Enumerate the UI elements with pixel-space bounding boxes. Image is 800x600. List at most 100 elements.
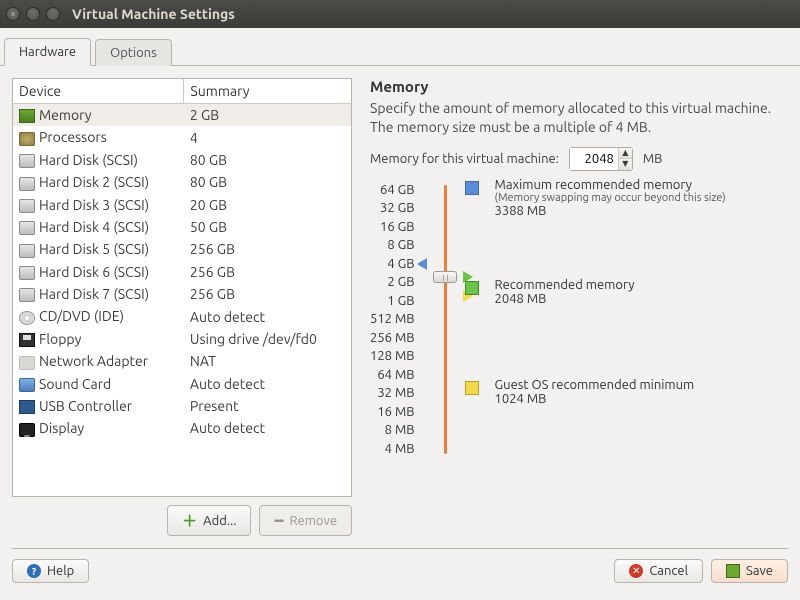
save-icon (726, 564, 740, 578)
window-minimize-icon[interactable] (26, 7, 40, 21)
table-row[interactable]: Network AdapterNAT (13, 350, 351, 372)
memory-tick: 256 MB (370, 329, 425, 348)
device-summary: Using drive /dev/fd0 (184, 328, 351, 350)
add-button[interactable]: ＋ Add... (167, 505, 251, 536)
max-marker-icon (465, 181, 479, 195)
cancel-button-label: Cancel (649, 564, 688, 578)
memory-tick: 64 MB (370, 366, 425, 385)
memory-field-label: Memory for this virtual machine: (370, 152, 559, 166)
table-row[interactable]: Display Auto detect (13, 417, 351, 439)
tab-hardware[interactable]: Hardware (4, 38, 91, 66)
mem-icon (19, 109, 35, 123)
recommended-memory-label: Recommended memory (495, 278, 635, 292)
device-name: Hard Disk 6 (SCSI) (39, 264, 149, 280)
device-summary: 20 GB (184, 194, 351, 216)
help-icon: ? (27, 564, 41, 578)
hdd-icon (19, 266, 35, 280)
cancel-icon: ✕ (629, 564, 643, 578)
save-button-label: Save (746, 564, 773, 578)
device-summary: Auto detect (184, 417, 351, 439)
hdd-icon (19, 154, 35, 168)
device-summary: 256 GB (184, 283, 351, 305)
table-row[interactable]: Hard Disk 4 (SCSI)50 GB (13, 216, 351, 238)
memory-tick: 8 GB (370, 236, 425, 255)
table-row[interactable]: USB Controller Present (13, 395, 351, 417)
device-summary: Present (184, 395, 351, 417)
device-name: Hard Disk 2 (SCSI) (39, 174, 149, 190)
cancel-button[interactable]: ✕ Cancel (614, 559, 703, 583)
help-button[interactable]: ? Help (12, 559, 89, 583)
max-memory-value: 3388 MB (495, 204, 726, 218)
device-name: CD/DVD (IDE) (39, 308, 124, 324)
tab-bar: Hardware Options (0, 36, 800, 66)
memory-spinbox[interactable]: ▲ ▼ (569, 147, 633, 171)
memory-section-desc: Specify the amount of memory allocated t… (370, 99, 782, 137)
memory-tick: 128 MB (370, 347, 425, 366)
window-close-icon[interactable]: × (6, 7, 20, 21)
dsp-icon (19, 423, 35, 437)
minus-icon: ━ (274, 512, 283, 530)
device-name: Floppy (39, 331, 81, 347)
column-header-summary[interactable]: Summary (184, 79, 351, 104)
usb-icon (19, 400, 35, 414)
table-row[interactable]: Floppy Using drive /dev/fd0 (13, 328, 351, 350)
memory-tick-labels: 64 GB32 GB16 GB8 GB4 GB2 GB1 GB512 MB256… (370, 181, 425, 459)
table-row[interactable]: Hard Disk (SCSI) 80 GB (13, 149, 351, 171)
slider-thumb[interactable] (433, 271, 457, 283)
device-summary: Auto detect (184, 373, 351, 395)
hdd-icon (19, 288, 35, 302)
device-name: Hard Disk (SCSI) (39, 152, 138, 168)
snd-icon (19, 378, 35, 392)
window-maximize-icon[interactable] (46, 7, 60, 21)
hdd-icon (19, 177, 35, 191)
guest-min-value: 1024 MB (495, 392, 695, 406)
memory-tick: 4 MB (370, 440, 425, 459)
device-name: Display (39, 420, 84, 436)
spin-down-icon[interactable]: ▼ (618, 159, 632, 170)
table-row[interactable]: Hard Disk 7 (SCSI) 256 GB (13, 283, 351, 305)
memory-field-unit: MB (643, 152, 663, 166)
device-name: Hard Disk 7 (SCSI) (39, 286, 149, 302)
memory-tick: 16 MB (370, 403, 425, 422)
memory-input[interactable] (570, 148, 618, 170)
memory-tick: 64 GB (370, 181, 425, 200)
table-row[interactable]: Memory 2 GB (13, 104, 351, 127)
guest-min-marker-icon (465, 381, 479, 395)
save-button[interactable]: Save (711, 559, 788, 583)
remove-button: ━ Remove (259, 505, 352, 536)
table-row[interactable]: Hard Disk 6 (SCSI)256 GB (13, 261, 351, 283)
window-title: Virtual Machine Settings (72, 6, 235, 22)
table-row[interactable]: Hard Disk 2 (SCSI) 80 GB (13, 171, 351, 193)
column-header-device[interactable]: Device (13, 79, 184, 104)
tab-options[interactable]: Options (95, 39, 172, 66)
add-button-label: Add... (203, 514, 236, 528)
table-row[interactable]: Hard Disk 3 (SCSI)20 GB (13, 194, 351, 216)
memory-tick: 512 MB (370, 310, 425, 329)
table-row[interactable]: CD/DVD (IDE)Auto detect (13, 305, 351, 327)
table-row[interactable]: Processors4 (13, 126, 351, 148)
slider-track (444, 185, 447, 455)
memory-tick: 1 GB (370, 292, 425, 311)
device-name: Processors (39, 129, 107, 145)
table-row[interactable]: Sound CardAuto detect (13, 373, 351, 395)
device-table[interactable]: Device Summary Memory2 GBProcessors4Hard… (12, 78, 352, 497)
window-titlebar: × Virtual Machine Settings (0, 0, 800, 28)
recommended-marker-icon (465, 281, 479, 295)
device-name: Memory (39, 107, 92, 123)
table-row[interactable]: Hard Disk 5 (SCSI) 256 GB (13, 238, 351, 260)
memory-slider[interactable] (425, 181, 465, 459)
floppy-icon (19, 333, 35, 347)
device-name: Hard Disk 5 (SCSI) (39, 241, 149, 257)
device-summary: 80 GB (184, 171, 351, 193)
max-memory-note: (Memory swapping may occur beyond this s… (495, 192, 726, 204)
device-summary: 256 GB (184, 238, 351, 260)
memory-tick: 32 GB (370, 199, 425, 218)
spin-up-icon[interactable]: ▲ (618, 148, 632, 159)
device-summary: 80 GB (184, 149, 351, 171)
cpu-icon (19, 132, 35, 146)
device-name: USB Controller (39, 398, 132, 414)
device-summary: 2 GB (184, 104, 351, 127)
plus-icon: ＋ (182, 510, 197, 531)
memory-tick: 8 MB (370, 421, 425, 440)
recommended-memory-value: 2048 MB (495, 292, 635, 306)
